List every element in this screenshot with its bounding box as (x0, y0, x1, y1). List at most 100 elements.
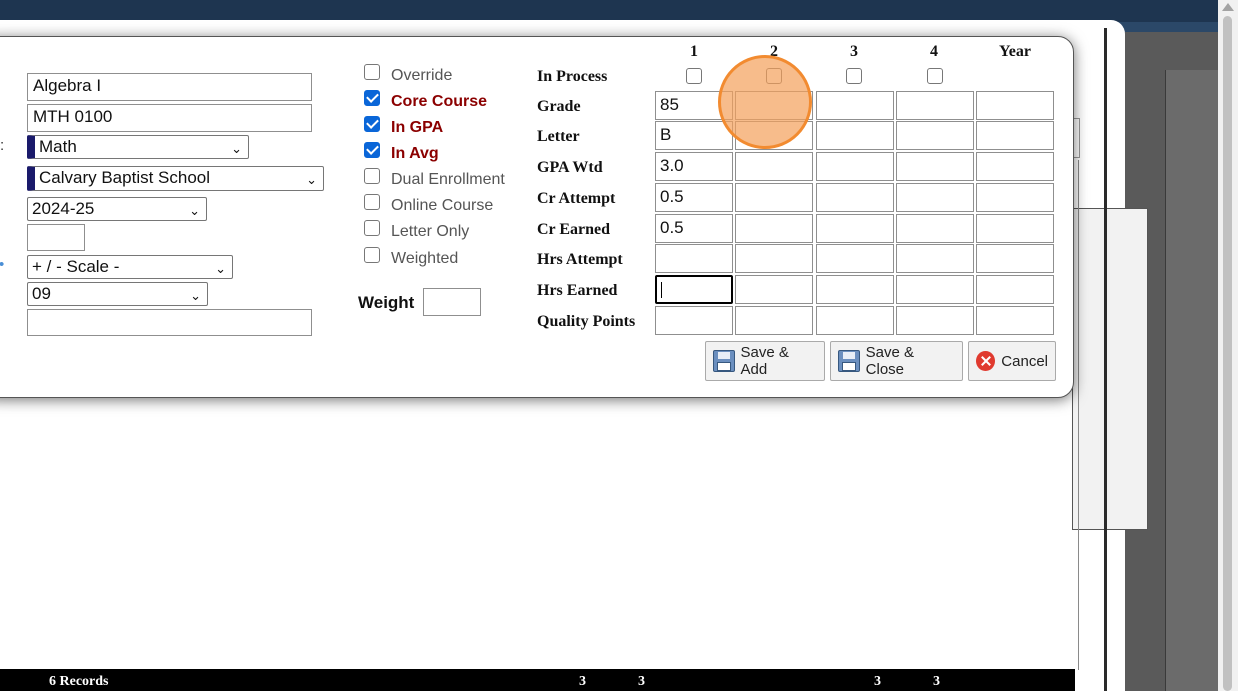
core-course-checkbox[interactable] (364, 90, 380, 106)
cancel-label: Cancel (1001, 352, 1048, 370)
save-and-close-button[interactable]: Save & Close (830, 341, 963, 381)
grading-scale-select[interactable]: + / - Scale - ⌄ (27, 255, 233, 279)
cancel-x-icon (976, 351, 996, 371)
scroll-thumb[interactable] (1223, 16, 1232, 691)
gpa-wtd-cell-1[interactable]: 3.0 (655, 152, 733, 181)
grade-level-select[interactable]: 09 ⌄ (27, 282, 208, 306)
weighted-label: Weighted (391, 250, 459, 267)
quality-points-cell-5[interactable] (976, 306, 1054, 335)
row-label-hrs-earned: Hrs Earned (537, 282, 618, 299)
in-gpa-label: In GPA (391, 119, 444, 136)
in-avg-checkbox[interactable] (364, 142, 380, 158)
field-label-mark: • (0, 256, 4, 273)
override-checkbox[interactable] (364, 64, 380, 80)
cr-earned-cell-1[interactable]: 0.5 (655, 214, 733, 243)
grade-level-value: 09 (32, 284, 51, 303)
course-name-input[interactable]: Algebra I (27, 73, 312, 101)
course-code-input[interactable]: MTH 0100 (27, 104, 312, 132)
weight-input[interactable] (423, 288, 481, 316)
cr-attempt-cell-4[interactable] (896, 183, 974, 212)
cr-attempt-cell-2[interactable] (735, 183, 813, 212)
grade-cell-5[interactable] (976, 91, 1054, 120)
hrs-attempt-cell-4[interactable] (896, 244, 974, 273)
background-page-border (1104, 28, 1107, 691)
cr-earned-cell-3[interactable] (816, 214, 894, 243)
hrs-attempt-cell-5[interactable] (976, 244, 1054, 273)
grading-scale-value: + / - Scale - (32, 257, 120, 276)
floppy-disk-icon (713, 350, 735, 372)
row-label-letter: Letter (537, 128, 580, 145)
hrs-attempt-cell-3[interactable] (816, 244, 894, 273)
cr-earned-cell-4[interactable] (896, 214, 974, 243)
grade-cell-4[interactable] (896, 91, 974, 120)
scroll-up-arrow-icon[interactable] (1222, 3, 1234, 11)
save-and-add-button[interactable]: Save & Add (705, 341, 825, 381)
letter-cell-4[interactable] (896, 121, 974, 150)
row-label-cr-earned: Cr Earned (537, 221, 611, 238)
chevron-down-icon: ⌄ (231, 141, 242, 156)
school-year-select[interactable]: 2024-25 ⌄ (27, 197, 207, 221)
hrs-attempt-cell-2[interactable] (735, 244, 813, 273)
gpa-wtd-cell-3[interactable] (816, 152, 894, 181)
cancel-button[interactable]: Cancel (968, 341, 1056, 381)
quality-points-cell-1[interactable] (655, 306, 733, 335)
cr-earned-cell-2[interactable] (735, 214, 813, 243)
notes-input[interactable] (27, 309, 312, 336)
hrs-earned-cell-2[interactable] (735, 275, 813, 304)
in-gpa-checkbox[interactable] (364, 116, 380, 132)
hrs-earned-cell-5[interactable] (976, 275, 1054, 304)
weighted-checkbox[interactable] (364, 247, 380, 263)
weight-label: Weight (358, 293, 415, 312)
school-select[interactable]: Calvary Baptist School ⌄ (27, 166, 324, 191)
chevron-down-icon: ⌄ (306, 172, 317, 187)
footer-value: 3 (933, 674, 940, 689)
click-highlight (718, 55, 812, 149)
department-value: Math (39, 137, 77, 156)
chevron-down-icon: ⌄ (215, 261, 226, 276)
quality-points-cell-2[interactable] (735, 306, 813, 335)
core-course-label: Core Course (391, 93, 488, 110)
course-edit-dialog: Algebra I MTH 0100 : Math ⌄ Calvary Bapt… (0, 36, 1074, 398)
column-header-4: 4 (930, 43, 938, 60)
letter-cell-3[interactable] (816, 121, 894, 150)
grade-cell-3[interactable] (816, 91, 894, 120)
override-label: Override (391, 67, 453, 84)
gpa-wtd-cell-2[interactable] (735, 152, 813, 181)
page-scrollbar[interactable] (1218, 0, 1238, 691)
cr-attempt-cell-5[interactable] (976, 183, 1054, 212)
letter-only-checkbox[interactable] (364, 220, 380, 236)
floppy-disk-icon (838, 350, 860, 372)
letter-cell-5[interactable] (976, 121, 1054, 150)
dual-enrollment-checkbox[interactable] (364, 168, 380, 184)
quality-points-cell-3[interactable] (816, 306, 894, 335)
chevron-down-icon: ⌄ (190, 288, 201, 303)
letter-only-label: Letter Only (391, 223, 470, 240)
school-year-value: 2024-25 (32, 199, 95, 218)
school-value: Calvary Baptist School (39, 168, 211, 187)
chevron-down-icon: ⌄ (189, 203, 200, 218)
department-select[interactable]: Math ⌄ (27, 135, 249, 159)
cr-attempt-cell-1[interactable]: 0.5 (655, 183, 733, 212)
row-label-grade: Grade (537, 98, 581, 115)
in-process-checkbox-1[interactable] (686, 68, 702, 84)
online-course-label: Online Course (391, 197, 494, 214)
row-label-quality-points: Quality Points (537, 313, 636, 330)
small-input[interactable] (27, 224, 85, 251)
hrs-attempt-cell-1[interactable] (655, 244, 733, 273)
in-process-checkbox-3[interactable] (846, 68, 862, 84)
quality-points-cell-4[interactable] (896, 306, 974, 335)
gpa-wtd-cell-4[interactable] (896, 152, 974, 181)
footer-value: 3 (638, 674, 645, 689)
letter-cell-1[interactable]: B (655, 121, 733, 150)
column-header-year: Year (999, 43, 1031, 60)
hrs-earned-cell-1[interactable] (655, 275, 733, 304)
in-avg-label: In Avg (391, 145, 439, 162)
gpa-wtd-cell-5[interactable] (976, 152, 1054, 181)
hrs-earned-cell-4[interactable] (896, 275, 974, 304)
column-header-1: 1 (690, 43, 698, 60)
online-course-checkbox[interactable] (364, 194, 380, 210)
in-process-checkbox-4[interactable] (927, 68, 943, 84)
cr-earned-cell-5[interactable] (976, 214, 1054, 243)
hrs-earned-cell-3[interactable] (816, 275, 894, 304)
cr-attempt-cell-3[interactable] (816, 183, 894, 212)
